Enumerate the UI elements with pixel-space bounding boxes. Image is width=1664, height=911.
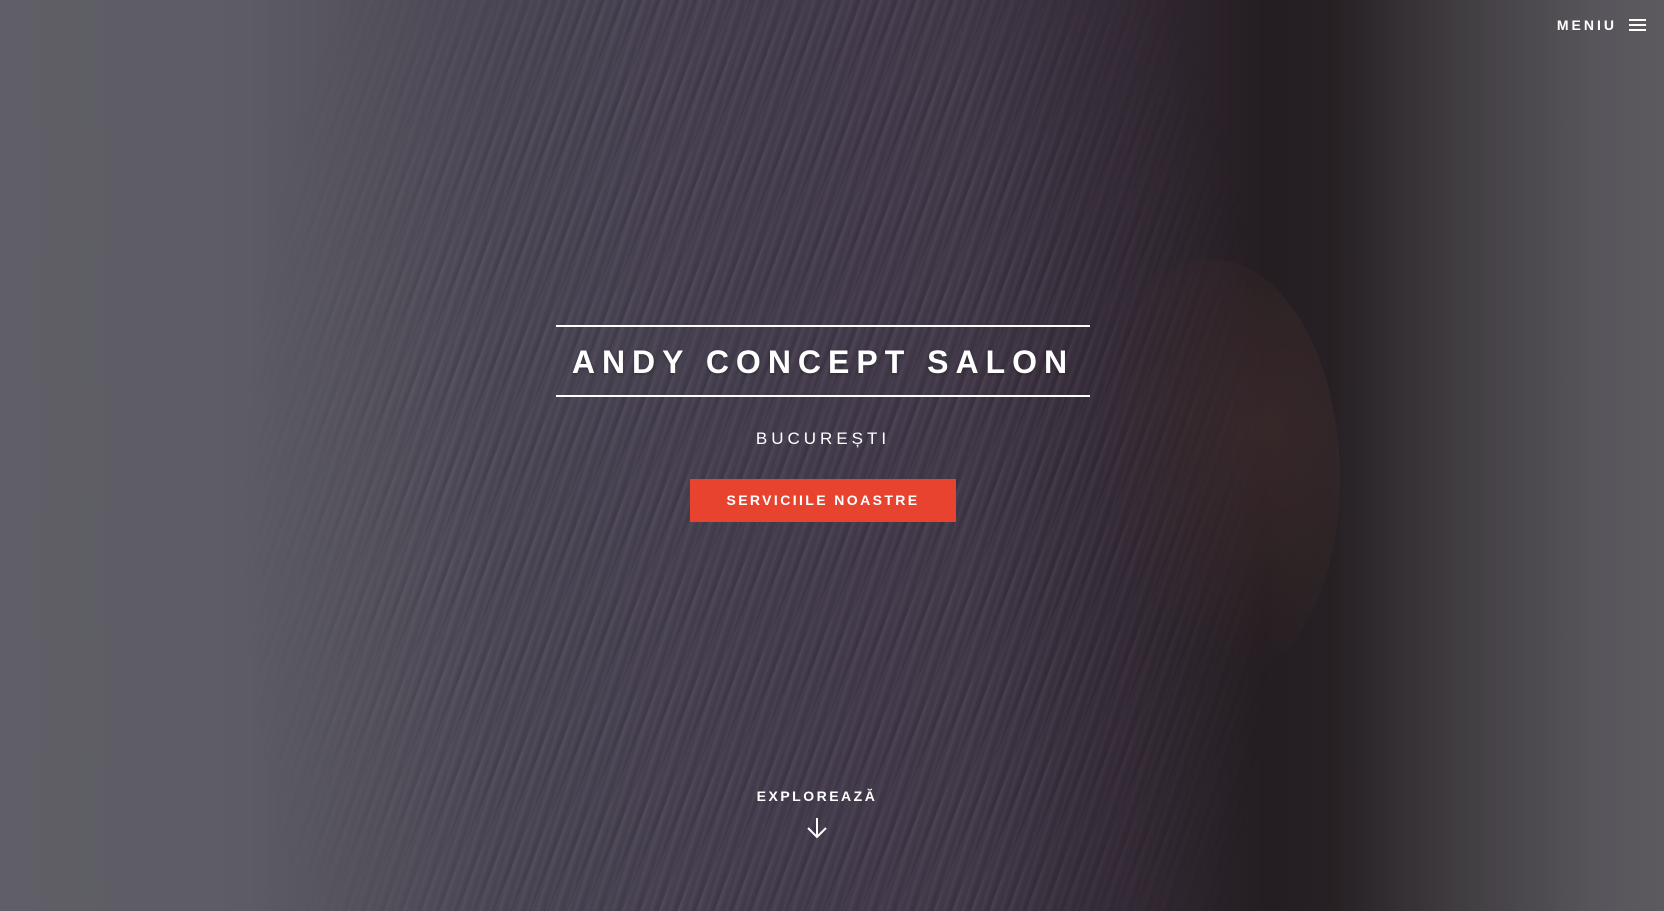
page-title: ANDY CONCEPT SALON: [571, 344, 1075, 380]
menu-toggle[interactable]: MENIU: [1557, 17, 1646, 33]
hero-content: ANDY CONCEPT SALON BUCUREȘTI SERVICIILE …: [556, 325, 1090, 522]
explore-label: EXPLOREAZĂ: [756, 788, 878, 804]
page-subtitle: BUCUREȘTI: [755, 429, 891, 448]
services-button[interactable]: SERVICIILE NOASTRE: [690, 479, 956, 522]
arrow-down-icon[interactable]: [805, 816, 829, 840]
menu-label: MENIU: [1556, 17, 1617, 33]
title-frame: ANDY CONCEPT SALON: [556, 325, 1090, 397]
hero-section: MENIU ANDY CONCEPT SALON BUCUREȘTI SERVI…: [0, 0, 1664, 911]
hamburger-icon[interactable]: [1629, 18, 1646, 32]
explore-link[interactable]: EXPLOREAZĂ: [0, 788, 1634, 840]
